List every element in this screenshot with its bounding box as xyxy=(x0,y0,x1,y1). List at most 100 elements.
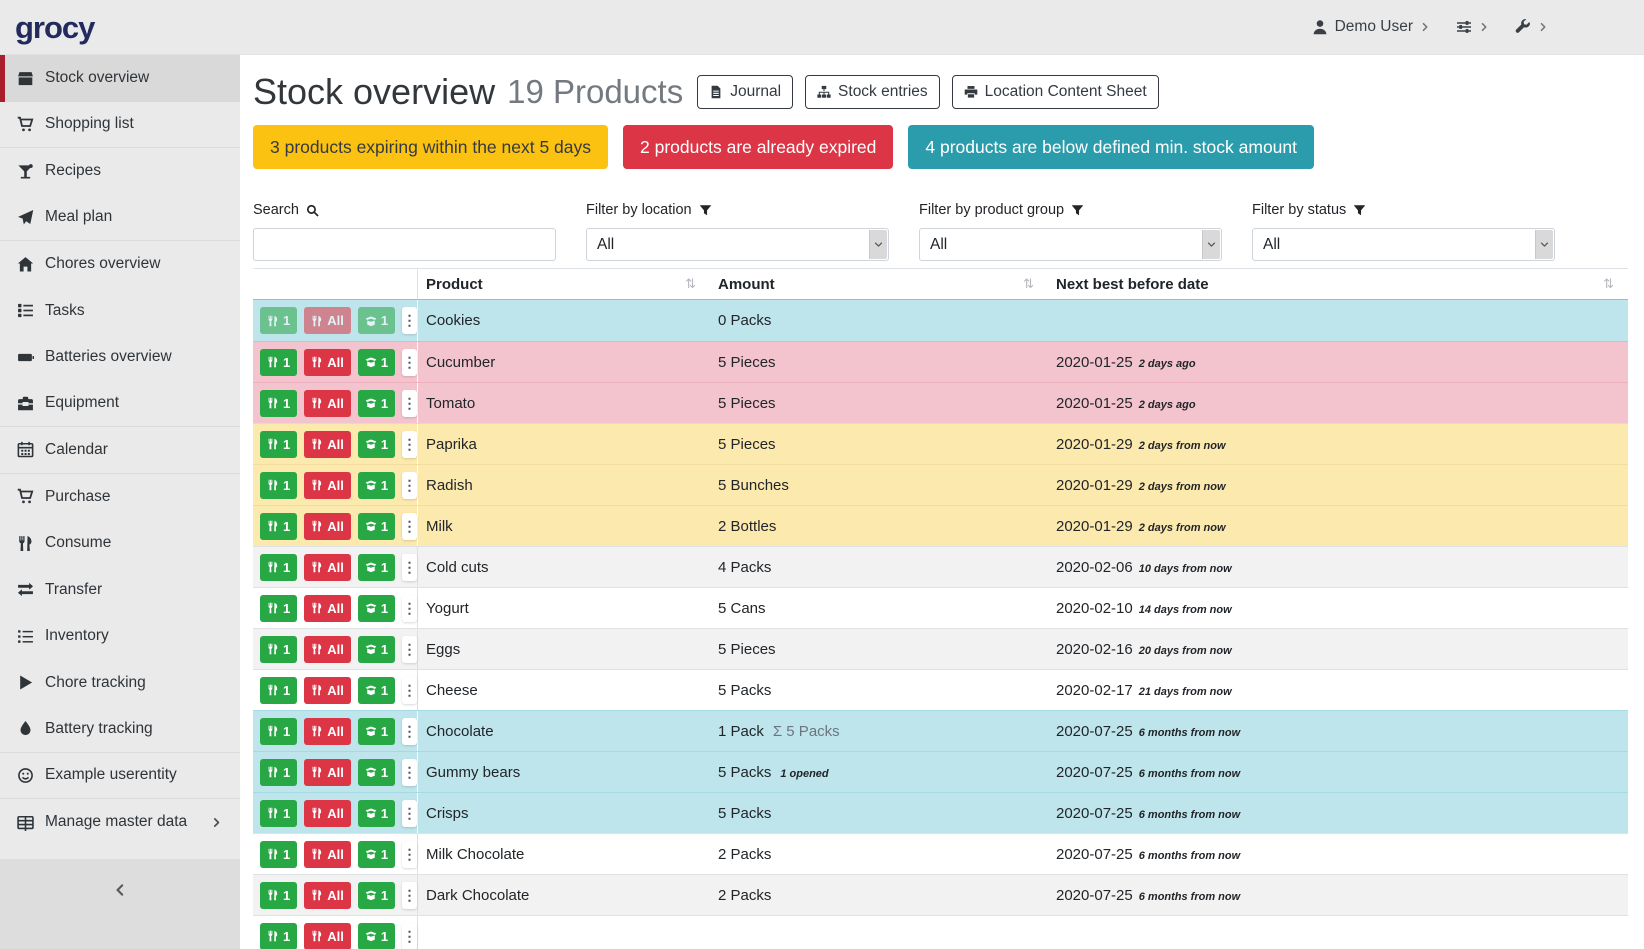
filter-by-location-select[interactable]: All xyxy=(586,228,889,261)
consume-one-button[interactable]: 1 xyxy=(260,472,297,499)
row-menu-button[interactable]: ⋮ xyxy=(402,349,417,376)
consume-all-button[interactable]: All xyxy=(304,513,351,540)
sidebar-item-transfer[interactable]: Transfer xyxy=(0,567,240,614)
sidebar-collapse-button[interactable] xyxy=(0,859,240,949)
consume-one-button[interactable]: 1 xyxy=(260,759,297,786)
grocy-logo[interactable]: grocy xyxy=(15,12,94,43)
sidebar-item-meal-plan[interactable]: Meal plan xyxy=(0,195,240,242)
row-menu-button[interactable]: ⋮ xyxy=(402,431,417,458)
consume-one-button[interactable]: 1 xyxy=(260,718,297,745)
journal-button[interactable]: Journal xyxy=(697,75,793,109)
row-menu-button[interactable]: ⋮ xyxy=(402,636,417,663)
location-content-sheet-button[interactable]: Location Content Sheet xyxy=(952,75,1159,109)
sidebar-item-shopping-list[interactable]: Shopping list xyxy=(0,102,240,149)
consume-one-button[interactable]: 1 xyxy=(260,800,297,827)
sidebar-item-consume[interactable]: Consume xyxy=(0,520,240,567)
row-menu-button[interactable]: ⋮ xyxy=(402,472,417,499)
sidebar-item-inventory[interactable]: Inventory xyxy=(0,613,240,660)
consume-all-button[interactable]: All xyxy=(304,923,351,949)
row-menu-button[interactable]: ⋮ xyxy=(402,554,417,581)
open-one-button[interactable]: 1 xyxy=(358,800,395,827)
consume-one-button[interactable]: 1 xyxy=(260,841,297,868)
sidebar-item-manage-master-data[interactable]: Manage master data xyxy=(0,799,240,846)
sidebar-item-calendar[interactable]: Calendar xyxy=(0,427,240,474)
open-one-button[interactable]: 1 xyxy=(358,759,395,786)
open-one-button[interactable]: 1 xyxy=(358,431,395,458)
sidebar-item-chores-overview[interactable]: Chores overview xyxy=(0,241,240,288)
consume-one-button[interactable]: 1 xyxy=(260,349,297,376)
consume-all-button[interactable]: All xyxy=(304,307,351,334)
consume-one-button[interactable]: 1 xyxy=(260,595,297,622)
warning-status-banner[interactable]: 3 products expiring within the next 5 da… xyxy=(253,125,608,169)
filter-by-status-select[interactable]: All xyxy=(1252,228,1555,261)
admin-menu[interactable] xyxy=(1515,19,1548,35)
consume-all-button[interactable]: All xyxy=(304,472,351,499)
consume-all-button[interactable]: All xyxy=(304,390,351,417)
sort-icon[interactable]: ⇅ xyxy=(1023,276,1048,292)
open-one-button[interactable]: 1 xyxy=(358,636,395,663)
sidebar-item-batteries-overview[interactable]: Batteries overview xyxy=(0,334,240,381)
consume-one-button[interactable]: 1 xyxy=(260,554,297,581)
open-one-button[interactable]: 1 xyxy=(358,513,395,540)
consume-one-button[interactable]: 1 xyxy=(260,882,297,909)
open-one-button[interactable]: 1 xyxy=(358,595,395,622)
consume-all-button[interactable]: All xyxy=(304,759,351,786)
row-menu-button[interactable]: ⋮ xyxy=(402,718,417,745)
row-menu-button[interactable]: ⋮ xyxy=(402,307,417,334)
consume-all-button[interactable]: All xyxy=(304,554,351,581)
consume-all-button[interactable]: All xyxy=(304,800,351,827)
consume-one-button[interactable]: 1 xyxy=(260,307,297,334)
user-menu[interactable]: Demo User xyxy=(1312,18,1430,36)
open-one-button[interactable]: 1 xyxy=(358,882,395,909)
settings-menu[interactable] xyxy=(1456,19,1489,35)
row-menu-button[interactable]: ⋮ xyxy=(402,677,417,704)
sidebar-item-tasks[interactable]: Tasks xyxy=(0,288,240,335)
open-one-button[interactable]: 1 xyxy=(358,841,395,868)
consume-all-button[interactable]: All xyxy=(304,349,351,376)
consume-all-button[interactable]: All xyxy=(304,718,351,745)
sidebar-item-battery-tracking[interactable]: Battery tracking xyxy=(0,706,240,753)
open-one-button[interactable]: 1 xyxy=(358,472,395,499)
consume-one-button[interactable]: 1 xyxy=(260,923,297,949)
sidebar-item-purchase[interactable]: Purchase xyxy=(0,474,240,521)
sidebar-item-example-userentity[interactable]: Example userentity xyxy=(0,753,240,800)
row-menu-button[interactable]: ⋮ xyxy=(402,390,417,417)
stock-entries-button[interactable]: Stock entries xyxy=(805,75,940,109)
info-status-banner[interactable]: 4 products are below defined min. stock … xyxy=(908,125,1314,169)
sidebar-item-equipment[interactable]: Equipment xyxy=(0,381,240,428)
row-menu-button[interactable]: ⋮ xyxy=(402,595,417,622)
open-one-button[interactable]: 1 xyxy=(358,718,395,745)
sidebar-item-stock-overview[interactable]: Stock overview xyxy=(0,55,240,102)
exchange-icon xyxy=(15,581,35,598)
open-one-button[interactable]: 1 xyxy=(358,923,395,949)
sidebar-item-chore-tracking[interactable]: Chore tracking xyxy=(0,660,240,707)
row-menu-button[interactable]: ⋮ xyxy=(402,513,417,540)
open-one-button[interactable]: 1 xyxy=(358,307,395,334)
consume-all-button[interactable]: All xyxy=(304,431,351,458)
consume-all-button[interactable]: All xyxy=(304,882,351,909)
sidebar-item-recipes[interactable]: Recipes xyxy=(0,148,240,195)
danger-status-banner[interactable]: 2 products are already expired xyxy=(623,125,893,169)
open-one-button[interactable]: 1 xyxy=(358,349,395,376)
sort-icon[interactable]: ⇅ xyxy=(685,276,710,292)
consume-one-button[interactable]: 1 xyxy=(260,677,297,704)
open-one-button[interactable]: 1 xyxy=(358,390,395,417)
row-menu-button[interactable]: ⋮ xyxy=(402,800,417,827)
open-one-button[interactable]: 1 xyxy=(358,554,395,581)
consume-one-button[interactable]: 1 xyxy=(260,513,297,540)
consume-all-button[interactable]: All xyxy=(304,636,351,663)
filter-by-product-group-select[interactable]: All xyxy=(919,228,1222,261)
row-menu-button[interactable]: ⋮ xyxy=(402,882,417,909)
consume-all-button[interactable]: All xyxy=(304,841,351,868)
search-input[interactable] xyxy=(253,228,556,261)
row-menu-button[interactable]: ⋮ xyxy=(402,759,417,786)
open-one-button[interactable]: 1 xyxy=(358,677,395,704)
row-menu-button[interactable]: ⋮ xyxy=(402,841,417,868)
sort-icon[interactable]: ⇅ xyxy=(1603,276,1628,292)
consume-all-button[interactable]: All xyxy=(304,595,351,622)
consume-all-button[interactable]: All xyxy=(304,677,351,704)
consume-one-button[interactable]: 1 xyxy=(260,636,297,663)
row-menu-button[interactable]: ⋮ xyxy=(402,923,417,949)
consume-one-button[interactable]: 1 xyxy=(260,431,297,458)
consume-one-button[interactable]: 1 xyxy=(260,390,297,417)
